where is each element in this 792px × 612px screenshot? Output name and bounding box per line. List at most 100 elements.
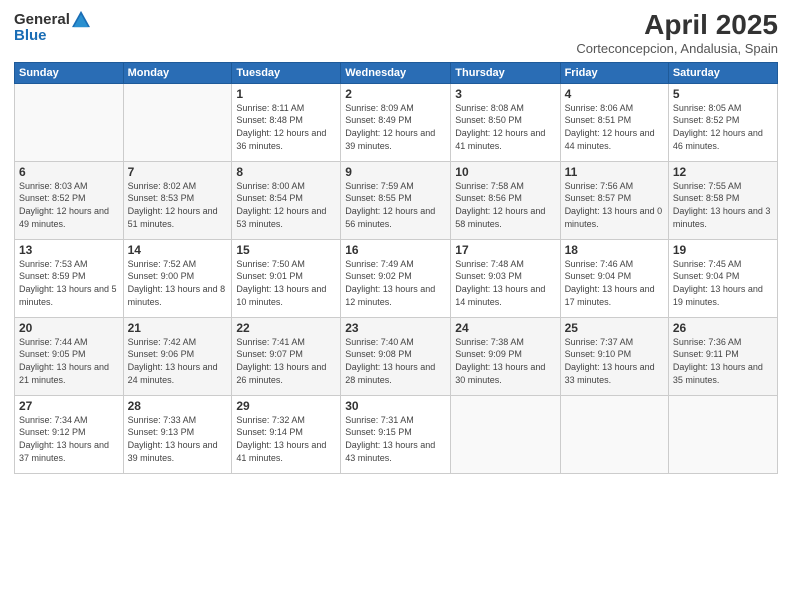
calendar-day-cell: 2Sunrise: 8:09 AM Sunset: 8:49 PM Daylig…	[341, 83, 451, 161]
calendar-week-row: 1Sunrise: 8:11 AM Sunset: 8:48 PM Daylig…	[15, 83, 778, 161]
calendar-day-cell: 19Sunrise: 7:45 AM Sunset: 9:04 PM Dayli…	[668, 239, 777, 317]
day-info: Sunrise: 7:59 AM Sunset: 8:55 PM Dayligh…	[345, 180, 446, 230]
day-of-week-header: Monday	[123, 62, 232, 83]
day-info: Sunrise: 8:02 AM Sunset: 8:53 PM Dayligh…	[128, 180, 228, 230]
day-info: Sunrise: 8:11 AM Sunset: 8:48 PM Dayligh…	[236, 102, 336, 152]
calendar-day-cell: 15Sunrise: 7:50 AM Sunset: 9:01 PM Dayli…	[232, 239, 341, 317]
day-number: 6	[19, 165, 119, 179]
calendar-day-cell	[15, 83, 124, 161]
day-number: 25	[565, 321, 664, 335]
calendar-day-cell: 28Sunrise: 7:33 AM Sunset: 9:13 PM Dayli…	[123, 395, 232, 473]
day-info: Sunrise: 7:31 AM Sunset: 9:15 PM Dayligh…	[345, 414, 446, 464]
day-info: Sunrise: 8:03 AM Sunset: 8:52 PM Dayligh…	[19, 180, 119, 230]
day-info: Sunrise: 7:38 AM Sunset: 9:09 PM Dayligh…	[455, 336, 555, 386]
day-number: 17	[455, 243, 555, 257]
day-info: Sunrise: 7:49 AM Sunset: 9:02 PM Dayligh…	[345, 258, 446, 308]
calendar-day-cell: 13Sunrise: 7:53 AM Sunset: 8:59 PM Dayli…	[15, 239, 124, 317]
calendar-day-cell: 10Sunrise: 7:58 AM Sunset: 8:56 PM Dayli…	[451, 161, 560, 239]
day-info: Sunrise: 7:55 AM Sunset: 8:58 PM Dayligh…	[673, 180, 773, 230]
day-info: Sunrise: 7:40 AM Sunset: 9:08 PM Dayligh…	[345, 336, 446, 386]
day-info: Sunrise: 7:56 AM Sunset: 8:57 PM Dayligh…	[565, 180, 664, 230]
calendar-day-cell: 12Sunrise: 7:55 AM Sunset: 8:58 PM Dayli…	[668, 161, 777, 239]
calendar-week-row: 27Sunrise: 7:34 AM Sunset: 9:12 PM Dayli…	[15, 395, 778, 473]
calendar-day-cell: 14Sunrise: 7:52 AM Sunset: 9:00 PM Dayli…	[123, 239, 232, 317]
day-info: Sunrise: 8:00 AM Sunset: 8:54 PM Dayligh…	[236, 180, 336, 230]
logo-general-text: General	[14, 12, 70, 27]
calendar-day-cell: 27Sunrise: 7:34 AM Sunset: 9:12 PM Dayli…	[15, 395, 124, 473]
day-number: 19	[673, 243, 773, 257]
day-info: Sunrise: 7:32 AM Sunset: 9:14 PM Dayligh…	[236, 414, 336, 464]
calendar-week-row: 20Sunrise: 7:44 AM Sunset: 9:05 PM Dayli…	[15, 317, 778, 395]
calendar-day-cell: 17Sunrise: 7:48 AM Sunset: 9:03 PM Dayli…	[451, 239, 560, 317]
day-number: 8	[236, 165, 336, 179]
day-info: Sunrise: 7:37 AM Sunset: 9:10 PM Dayligh…	[565, 336, 664, 386]
calendar-day-cell: 11Sunrise: 7:56 AM Sunset: 8:57 PM Dayli…	[560, 161, 668, 239]
day-number: 21	[128, 321, 228, 335]
day-info: Sunrise: 7:33 AM Sunset: 9:13 PM Dayligh…	[128, 414, 228, 464]
day-info: Sunrise: 7:41 AM Sunset: 9:07 PM Dayligh…	[236, 336, 336, 386]
calendar-table: SundayMondayTuesdayWednesdayThursdayFrid…	[14, 62, 778, 474]
calendar-day-cell: 29Sunrise: 7:32 AM Sunset: 9:14 PM Dayli…	[232, 395, 341, 473]
calendar-week-row: 6Sunrise: 8:03 AM Sunset: 8:52 PM Daylig…	[15, 161, 778, 239]
calendar-day-cell	[451, 395, 560, 473]
day-number: 11	[565, 165, 664, 179]
day-number: 3	[455, 87, 555, 101]
header-row: SundayMondayTuesdayWednesdayThursdayFrid…	[15, 62, 778, 83]
calendar-day-cell: 5Sunrise: 8:05 AM Sunset: 8:52 PM Daylig…	[668, 83, 777, 161]
day-of-week-header: Saturday	[668, 62, 777, 83]
day-number: 5	[673, 87, 773, 101]
day-info: Sunrise: 7:42 AM Sunset: 9:06 PM Dayligh…	[128, 336, 228, 386]
day-number: 7	[128, 165, 228, 179]
day-number: 24	[455, 321, 555, 335]
day-number: 15	[236, 243, 336, 257]
calendar-day-cell: 20Sunrise: 7:44 AM Sunset: 9:05 PM Dayli…	[15, 317, 124, 395]
day-info: Sunrise: 7:53 AM Sunset: 8:59 PM Dayligh…	[19, 258, 119, 308]
calendar-week-row: 13Sunrise: 7:53 AM Sunset: 8:59 PM Dayli…	[15, 239, 778, 317]
calendar-title: April 2025	[576, 10, 778, 41]
day-info: Sunrise: 7:58 AM Sunset: 8:56 PM Dayligh…	[455, 180, 555, 230]
day-number: 12	[673, 165, 773, 179]
header: General Blue April 2025 Corteconcepcion,…	[14, 10, 778, 56]
day-number: 28	[128, 399, 228, 413]
day-number: 9	[345, 165, 446, 179]
calendar-day-cell: 25Sunrise: 7:37 AM Sunset: 9:10 PM Dayli…	[560, 317, 668, 395]
day-number: 1	[236, 87, 336, 101]
calendar-day-cell: 22Sunrise: 7:41 AM Sunset: 9:07 PM Dayli…	[232, 317, 341, 395]
logo-icon	[72, 10, 90, 28]
title-block: April 2025 Corteconcepcion, Andalusia, S…	[576, 10, 778, 56]
calendar-day-cell: 23Sunrise: 7:40 AM Sunset: 9:08 PM Dayli…	[341, 317, 451, 395]
calendar-day-cell: 26Sunrise: 7:36 AM Sunset: 9:11 PM Dayli…	[668, 317, 777, 395]
calendar-day-cell: 30Sunrise: 7:31 AM Sunset: 9:15 PM Dayli…	[341, 395, 451, 473]
logo: General Blue	[14, 10, 90, 43]
calendar-day-cell: 6Sunrise: 8:03 AM Sunset: 8:52 PM Daylig…	[15, 161, 124, 239]
day-number: 10	[455, 165, 555, 179]
day-info: Sunrise: 7:50 AM Sunset: 9:01 PM Dayligh…	[236, 258, 336, 308]
day-number: 23	[345, 321, 446, 335]
day-info: Sunrise: 7:46 AM Sunset: 9:04 PM Dayligh…	[565, 258, 664, 308]
day-of-week-header: Tuesday	[232, 62, 341, 83]
calendar-day-cell: 1Sunrise: 8:11 AM Sunset: 8:48 PM Daylig…	[232, 83, 341, 161]
day-of-week-header: Thursday	[451, 62, 560, 83]
day-of-week-header: Wednesday	[341, 62, 451, 83]
calendar-day-cell: 24Sunrise: 7:38 AM Sunset: 9:09 PM Dayli…	[451, 317, 560, 395]
day-number: 22	[236, 321, 336, 335]
day-of-week-header: Friday	[560, 62, 668, 83]
calendar-day-cell	[560, 395, 668, 473]
calendar-day-cell: 16Sunrise: 7:49 AM Sunset: 9:02 PM Dayli…	[341, 239, 451, 317]
day-info: Sunrise: 7:34 AM Sunset: 9:12 PM Dayligh…	[19, 414, 119, 464]
day-info: Sunrise: 7:45 AM Sunset: 9:04 PM Dayligh…	[673, 258, 773, 308]
day-info: Sunrise: 7:44 AM Sunset: 9:05 PM Dayligh…	[19, 336, 119, 386]
day-number: 4	[565, 87, 664, 101]
day-number: 2	[345, 87, 446, 101]
day-number: 14	[128, 243, 228, 257]
calendar-day-cell	[123, 83, 232, 161]
day-info: Sunrise: 7:52 AM Sunset: 9:00 PM Dayligh…	[128, 258, 228, 308]
calendar-subtitle: Corteconcepcion, Andalusia, Spain	[576, 41, 778, 56]
day-number: 13	[19, 243, 119, 257]
day-number: 16	[345, 243, 446, 257]
day-info: Sunrise: 7:48 AM Sunset: 9:03 PM Dayligh…	[455, 258, 555, 308]
day-number: 29	[236, 399, 336, 413]
day-info: Sunrise: 8:09 AM Sunset: 8:49 PM Dayligh…	[345, 102, 446, 152]
calendar-day-cell: 7Sunrise: 8:02 AM Sunset: 8:53 PM Daylig…	[123, 161, 232, 239]
calendar-day-cell	[668, 395, 777, 473]
